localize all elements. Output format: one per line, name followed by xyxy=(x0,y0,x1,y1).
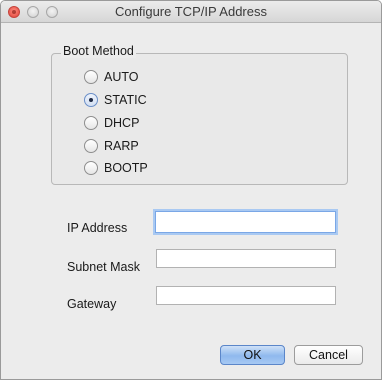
window-title: Configure TCP/IP Address xyxy=(115,4,267,19)
ip-address-input[interactable] xyxy=(155,211,336,233)
cancel-button[interactable]: Cancel xyxy=(294,345,363,365)
radio-label-dhcp: DHCP xyxy=(104,116,140,130)
radio-label-bootp: BOOTP xyxy=(104,161,148,175)
radio-button-static[interactable] xyxy=(84,93,98,107)
radio-label-rarp: RARP xyxy=(104,139,139,153)
subnet-mask-label: Subnet Mask xyxy=(67,260,140,274)
ip-address-label: IP Address xyxy=(67,221,128,235)
radio-option-static[interactable]: STATIC xyxy=(84,92,147,108)
radio-option-dhcp[interactable]: DHCP xyxy=(84,115,139,131)
radio-option-auto[interactable]: AUTO xyxy=(84,69,139,85)
radio-label-static: STATIC xyxy=(104,93,147,107)
radio-option-bootp[interactable]: BOOTP xyxy=(84,160,148,176)
subnet-mask-input[interactable] xyxy=(156,249,336,268)
radio-button-auto[interactable] xyxy=(84,70,98,84)
radio-label-auto: AUTO xyxy=(104,70,139,84)
radio-button-bootp[interactable] xyxy=(84,161,98,175)
boot-method-group-label: Boot Method xyxy=(61,44,136,58)
radio-button-rarp[interactable] xyxy=(84,139,98,153)
title-bar[interactable]: Configure TCP/IP Address xyxy=(1,1,381,23)
gateway-input[interactable] xyxy=(156,286,336,305)
radio-option-rarp[interactable]: RARP xyxy=(84,138,139,154)
ok-button[interactable]: OK xyxy=(220,345,285,365)
radio-button-dhcp[interactable] xyxy=(84,116,98,130)
gateway-label: Gateway xyxy=(67,297,117,311)
